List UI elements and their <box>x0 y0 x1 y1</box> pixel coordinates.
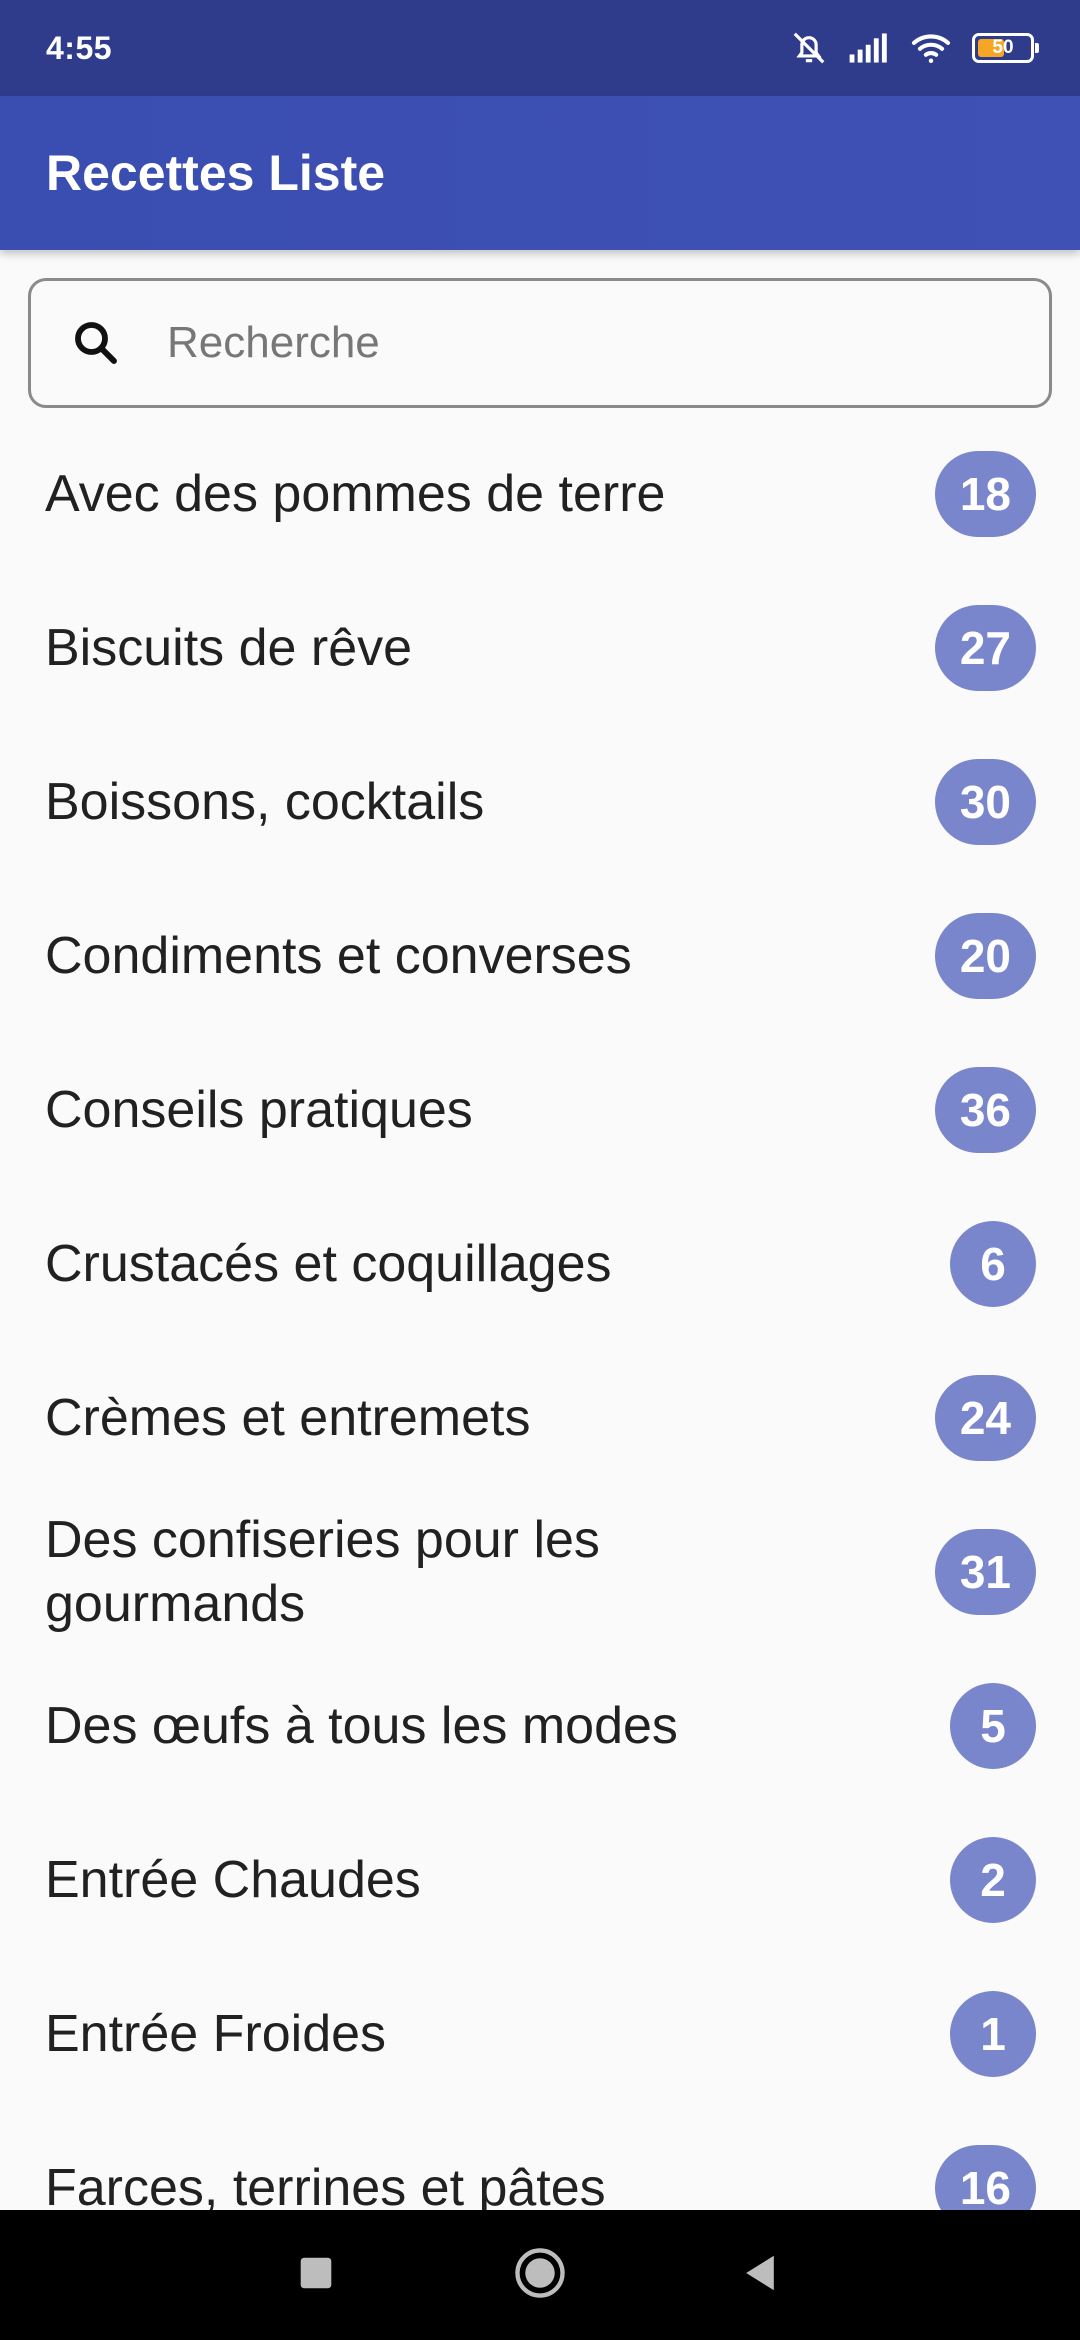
list-item-label: Condiments et converses <box>45 927 632 985</box>
category-list[interactable]: Avec des pommes de terre 18 Biscuits de … <box>0 417 1080 2210</box>
list-item-label: Crustacés et coquillages <box>45 1235 612 1293</box>
list-item-label: Entrée Froides <box>45 2005 387 2063</box>
status-bar: 4:55 50 <box>0 0 1080 96</box>
count-badge: 24 <box>934 1375 1036 1461</box>
app-title: Recettes Liste <box>46 145 386 201</box>
list-item[interactable]: Entrée Chaudes 2 <box>0 1803 1080 1957</box>
screen: 4:55 50 Recettes Liste Recherche Avec de… <box>0 0 1080 2340</box>
list-item[interactable]: Avec des pommes de terre 18 <box>0 417 1080 571</box>
count-badge: 36 <box>934 1067 1036 1153</box>
list-item-label: Des œufs à tous les modes <box>45 1697 678 1755</box>
square-icon <box>299 2256 333 2295</box>
signal-icon <box>848 31 890 65</box>
list-item-label: Conseils pratiques <box>45 1081 473 1139</box>
list-item-label: Crèmes et entremets <box>45 1389 531 1447</box>
count-badge: 2 <box>950 1837 1036 1923</box>
list-item[interactable]: Biscuits de rêve 27 <box>0 571 1080 725</box>
list-item-label: Boissons, cocktails <box>45 773 485 831</box>
battery-icon: 50 <box>972 33 1039 63</box>
count-badge: 20 <box>934 913 1036 999</box>
list-item[interactable]: Farces, terrines et pâtes 16 <box>0 2111 1080 2210</box>
status-icons: 50 <box>790 29 1039 67</box>
list-item[interactable]: Boissons, cocktails 30 <box>0 725 1080 879</box>
recent-apps-button[interactable] <box>256 2210 376 2340</box>
home-button[interactable] <box>480 2210 600 2340</box>
search-box[interactable] <box>28 278 1052 408</box>
search-input[interactable] <box>167 318 967 368</box>
back-button[interactable] <box>700 2210 820 2340</box>
status-time: 4:55 <box>46 29 113 66</box>
count-badge: 30 <box>934 759 1036 845</box>
list-item[interactable]: Condiments et converses 20 <box>0 879 1080 1033</box>
list-item[interactable]: Crustacés et coquillages 6 <box>0 1187 1080 1341</box>
count-badge: 27 <box>934 605 1036 691</box>
app-bar: Recettes Liste <box>0 96 1080 250</box>
circle-icon <box>514 2247 566 2304</box>
count-badge: 1 <box>950 1991 1036 2077</box>
navigation-bar <box>0 2210 1080 2340</box>
list-item-label: Avec des pommes de terre <box>45 465 666 523</box>
list-item[interactable]: Conseils pratiques 36 <box>0 1033 1080 1187</box>
list-item-label: Farces, terrines et pâtes <box>45 2159 606 2210</box>
list-item-label: Des confiseries pour les gourmands <box>45 1511 600 1633</box>
mute-icon <box>790 29 828 67</box>
count-badge: 18 <box>934 451 1036 537</box>
list-item[interactable]: Des œufs à tous les modes 5 <box>0 1649 1080 1803</box>
count-badge: 6 <box>950 1221 1036 1307</box>
battery-level: 50 <box>992 37 1014 58</box>
count-badge: 16 <box>934 2145 1036 2210</box>
count-badge: 31 <box>934 1529 1036 1615</box>
list-item[interactable]: Crèmes et entremets 24 <box>0 1341 1080 1495</box>
count-badge: 5 <box>950 1683 1036 1769</box>
list-item[interactable]: Des confiseries pour les gourmands 31 <box>0 1495 1080 1649</box>
wifi-icon <box>910 31 952 65</box>
back-triangle-icon <box>742 2254 778 2297</box>
list-item[interactable]: Entrée Froides 1 <box>0 1957 1080 2111</box>
search-icon <box>69 316 123 370</box>
list-item-label: Entrée Chaudes <box>45 1851 421 1909</box>
list-item-label: Biscuits de rêve <box>45 619 413 677</box>
